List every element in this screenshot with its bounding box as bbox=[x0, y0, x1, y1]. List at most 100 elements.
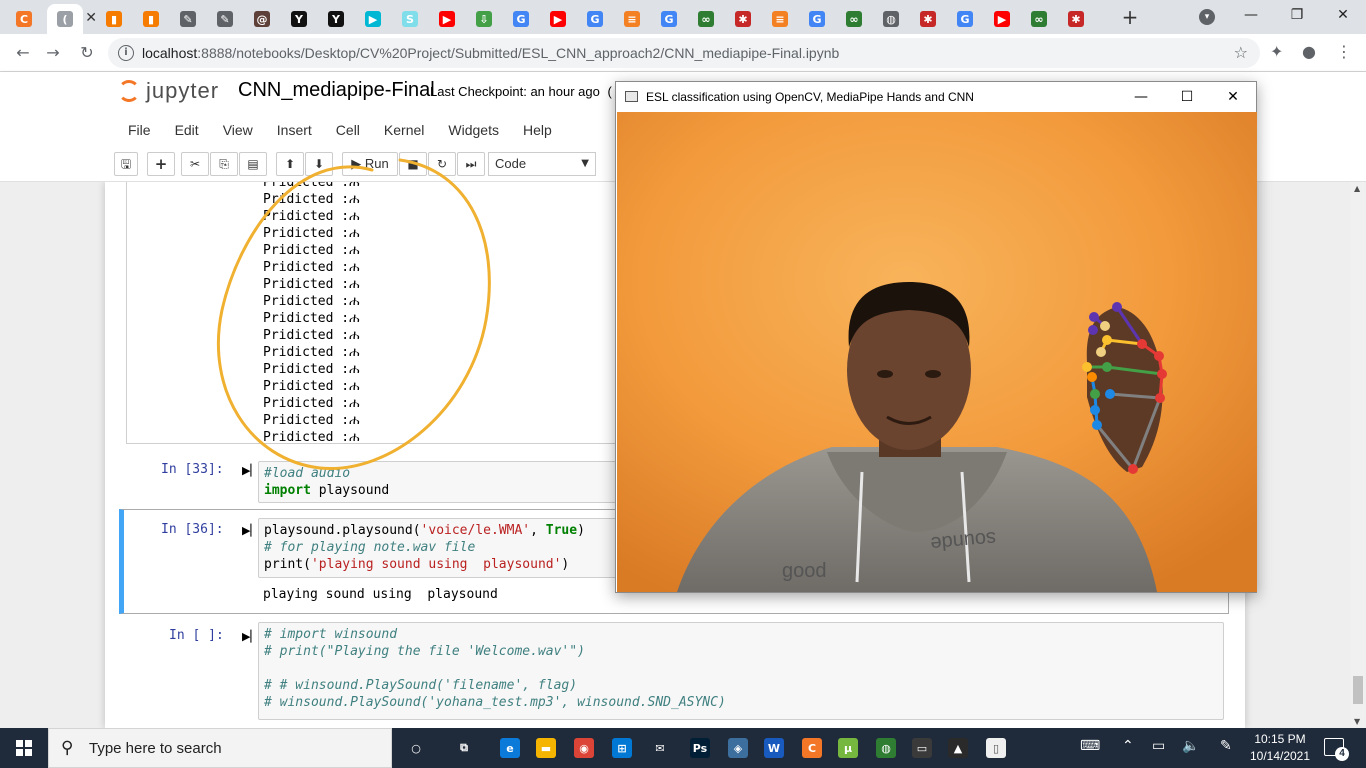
save-button[interactable]: 🖫 bbox=[114, 152, 138, 176]
opencv-titlebar[interactable]: ESL classification using OpenCV, MediaPi… bbox=[616, 82, 1256, 112]
apps-icon[interactable]: ◈ bbox=[724, 734, 752, 762]
browser-tab[interactable]: ≡ bbox=[766, 4, 794, 34]
interrupt-kernel-button[interactable]: ■ bbox=[399, 152, 427, 176]
mail-icon[interactable]: ✉ bbox=[646, 734, 674, 762]
browser-tab[interactable]: ▶ bbox=[988, 4, 1016, 34]
run-cell-icon[interactable]: ▶▏ bbox=[242, 524, 259, 537]
back-icon[interactable]: ← bbox=[12, 42, 34, 64]
chrome-icon[interactable]: ◉ bbox=[570, 734, 598, 762]
taskbar-search-box[interactable]: ⚲ Type here to search bbox=[48, 728, 392, 768]
browser-tab[interactable]: ✎ bbox=[211, 4, 239, 34]
browser-tab[interactable]: G bbox=[951, 4, 979, 34]
jupyter-logo[interactable]: jupyter bbox=[118, 78, 219, 104]
terminal-icon[interactable]: ▭ bbox=[908, 734, 936, 762]
browser-tab[interactable]: Y bbox=[322, 4, 350, 34]
browser-tab[interactable]: (✕ bbox=[47, 4, 97, 34]
browser-tab[interactable]: @ bbox=[248, 4, 276, 34]
run-button[interactable]: ▶ Run bbox=[342, 152, 398, 176]
restart-run-all-button[interactable]: ⏭ bbox=[457, 152, 485, 176]
scroll-down-icon[interactable]: ▼ bbox=[1354, 717, 1360, 726]
browser-tab[interactable]: G bbox=[581, 4, 609, 34]
browser-tab[interactable]: G bbox=[507, 4, 535, 34]
document-icon[interactable]: ▯ bbox=[982, 734, 1010, 762]
code-cell-editor[interactable]: # import winsound # print("Playing the fi… bbox=[258, 622, 1224, 720]
task-view-icon[interactable]: ⧉ bbox=[450, 734, 478, 762]
profile-avatar[interactable]: ● bbox=[1302, 42, 1316, 61]
show-hidden-icons-icon[interactable]: ⌃ bbox=[1122, 738, 1134, 754]
window-restore-button[interactable]: ❐ bbox=[1274, 0, 1320, 30]
word-icon[interactable]: W bbox=[760, 734, 788, 762]
edge-icon[interactable]: e bbox=[496, 734, 524, 762]
browser-tab[interactable]: ∞ bbox=[1025, 4, 1053, 34]
photoshop-icon[interactable]: Ps bbox=[686, 734, 714, 762]
url-text[interactable]: localhost:8888/notebooks/Desktop/CV%20Pr… bbox=[142, 45, 839, 61]
cv-maximize-button[interactable]: ☐ bbox=[1172, 86, 1202, 108]
paste-button[interactable]: ▤ bbox=[239, 152, 267, 176]
menu-cell[interactable]: Cell bbox=[326, 116, 370, 144]
browser-tab[interactable]: ▮ bbox=[100, 4, 128, 34]
cv-minimize-button[interactable]: — bbox=[1126, 86, 1156, 108]
taskbar-clock[interactable]: 10:15 PM 10/14/2021 bbox=[1248, 731, 1312, 765]
insert-cell-button[interactable]: + bbox=[147, 152, 175, 176]
store-icon[interactable]: ⊞ bbox=[608, 734, 636, 762]
browser-tab[interactable]: Y bbox=[285, 4, 313, 34]
cortana-icon[interactable]: ○ bbox=[402, 734, 430, 762]
file-explorer-icon[interactable]: ▬ bbox=[532, 734, 560, 762]
new-tab-button[interactable]: + bbox=[1118, 4, 1142, 30]
browser-tab[interactable]: G bbox=[803, 4, 831, 34]
address-bar[interactable]: i localhost:8888/notebooks/Desktop/CV%20… bbox=[108, 38, 1260, 68]
copy-button[interactable]: ⎘ bbox=[210, 152, 238, 176]
globe-icon[interactable]: ◍ bbox=[872, 734, 900, 762]
start-button[interactable] bbox=[0, 728, 48, 768]
browser-tab[interactable]: ✱ bbox=[914, 4, 942, 34]
extensions-puzzle-icon[interactable]: ✦ bbox=[1270, 42, 1283, 61]
browser-tab[interactable]: ◍ bbox=[877, 4, 905, 34]
code-cell-editor[interactable]: playsound.playsound('voice/le.WMA', True… bbox=[258, 518, 618, 578]
browser-tab[interactable]: ▶ bbox=[359, 4, 387, 34]
photos-icon[interactable]: ▲ bbox=[944, 734, 972, 762]
menu-insert[interactable]: Insert bbox=[267, 116, 322, 144]
browser-tab[interactable]: ▶ bbox=[433, 4, 461, 34]
browser-tab[interactable]: ✱ bbox=[1062, 4, 1090, 34]
action-center-icon[interactable]: 4 bbox=[1324, 738, 1349, 761]
site-info-icon[interactable]: i bbox=[118, 45, 134, 61]
menu-edit[interactable]: Edit bbox=[165, 116, 209, 144]
browser-tab[interactable]: C bbox=[10, 4, 38, 34]
browser-tab[interactable]: ✱ bbox=[729, 4, 757, 34]
move-down-button[interactable]: ⬇ bbox=[305, 152, 333, 176]
menu-file[interactable]: File bbox=[118, 116, 161, 144]
cell-type-select[interactable]: Code ▼ bbox=[488, 152, 596, 176]
browser-tab[interactable]: ▶ bbox=[544, 4, 572, 34]
cut-button[interactable]: ✂ bbox=[181, 152, 209, 176]
battery-icon[interactable]: ▭ bbox=[1152, 738, 1165, 754]
code-cell-editor[interactable]: #load audio import playsound bbox=[258, 461, 618, 503]
window-minimize-button[interactable]: — bbox=[1228, 0, 1274, 30]
jupyter-icon[interactable]: C bbox=[798, 734, 826, 762]
menu-kernel[interactable]: Kernel bbox=[374, 116, 434, 144]
window-close-button[interactable]: ✕ bbox=[1320, 0, 1366, 30]
browser-tab[interactable]: S bbox=[396, 4, 424, 34]
utorrent-icon[interactable]: µ bbox=[834, 734, 862, 762]
browser-tab[interactable]: G bbox=[655, 4, 683, 34]
browser-tab[interactable]: ▮ bbox=[137, 4, 165, 34]
pen-icon[interactable]: ✎ bbox=[1220, 738, 1232, 754]
run-cell-icon[interactable]: ▶▏ bbox=[242, 464, 259, 477]
browser-tab[interactable]: ∞ bbox=[692, 4, 720, 34]
opencv-window[interactable]: ESL classification using OpenCV, MediaPi… bbox=[615, 81, 1257, 593]
notebook-scrollbar[interactable]: ▲ ▼ bbox=[1350, 182, 1366, 728]
tab-search-icon[interactable]: ▾ bbox=[1199, 9, 1215, 25]
volume-icon[interactable]: 🔈 bbox=[1182, 738, 1199, 754]
browser-tab[interactable]: ⇩ bbox=[470, 4, 498, 34]
browser-tab[interactable]: ≡ bbox=[618, 4, 646, 34]
cv-close-button[interactable]: ✕ bbox=[1218, 86, 1248, 108]
menu-help[interactable]: Help bbox=[513, 116, 562, 144]
menu-view[interactable]: View bbox=[213, 116, 263, 144]
forward-icon[interactable]: → bbox=[42, 42, 64, 64]
bookmark-star-icon[interactable]: ☆ bbox=[1234, 43, 1248, 62]
scroll-up-icon[interactable]: ▲ bbox=[1354, 184, 1360, 193]
notebook-name[interactable]: CNN_mediapipe-Final bbox=[238, 79, 435, 102]
keyboard-icon[interactable]: ⌨ bbox=[1080, 738, 1100, 754]
chrome-menu-icon[interactable]: ⋮ bbox=[1336, 42, 1352, 61]
reload-icon[interactable]: ↻ bbox=[76, 42, 98, 64]
restart-kernel-button[interactable]: ↻ bbox=[428, 152, 456, 176]
